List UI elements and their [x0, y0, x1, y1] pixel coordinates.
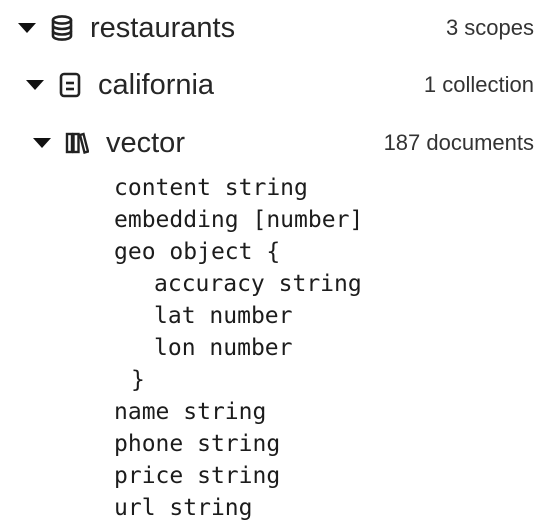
- schema-field: price string: [114, 460, 363, 492]
- field-name: phone: [114, 431, 184, 457]
- field-type: string: [169, 495, 253, 521]
- collection-document-count: 187 documents: [383, 130, 534, 155]
- schema-field-nested: lon number: [114, 332, 363, 364]
- field-name: price: [114, 463, 184, 489]
- field-name: url: [114, 495, 156, 521]
- schema-object-close: }: [131, 367, 145, 393]
- field-type: string: [197, 431, 281, 457]
- field-name: embedding: [114, 207, 239, 233]
- field-type: string: [278, 271, 362, 297]
- scope-collection-count: 1 collection: [423, 72, 534, 97]
- scope-label: california: [98, 68, 215, 101]
- field-type: number: [209, 335, 293, 361]
- schema-field: geo object {: [114, 236, 363, 268]
- caret-down-icon[interactable]: [16, 20, 38, 36]
- field-name: geo: [114, 239, 156, 265]
- field-name: name: [114, 399, 170, 425]
- field-name: accuracy: [154, 271, 265, 297]
- database-icon: [50, 14, 74, 42]
- field-type: number: [209, 303, 293, 329]
- schema-field: content string: [114, 172, 363, 204]
- schema-field-nested: accuracy string: [114, 268, 363, 300]
- field-name: lat: [154, 303, 196, 329]
- caret-down-icon[interactable]: [31, 135, 53, 151]
- field-type: string: [183, 399, 267, 425]
- schema-field: url string: [114, 492, 363, 524]
- tree-node-scope[interactable]: california 1 collection: [0, 65, 546, 105]
- field-type: object {: [169, 239, 281, 265]
- collection-label: vector: [106, 126, 185, 159]
- schema-field: phone string: [114, 428, 363, 460]
- caret-down-icon[interactable]: [24, 77, 46, 93]
- scope-icon: [58, 71, 82, 99]
- field-type: [number]: [252, 207, 364, 233]
- schema-field: name string: [114, 396, 363, 428]
- database-scope-count: 3 scopes: [445, 15, 534, 40]
- field-type: string: [197, 463, 281, 489]
- tree-node-database[interactable]: restaurants 3 scopes: [0, 8, 546, 48]
- collection-schema: content string embedding [number] geo ob…: [114, 172, 363, 524]
- schema-field: embedding [number]: [114, 204, 363, 236]
- field-type: string: [224, 175, 308, 201]
- field-name: content: [114, 175, 211, 201]
- field-name: lon: [154, 335, 196, 361]
- tree-node-collection[interactable]: vector 187 documents: [0, 123, 546, 163]
- database-label: restaurants: [90, 11, 236, 44]
- collection-icon: [65, 129, 89, 157]
- schema-field-nested: lat number: [114, 300, 363, 332]
